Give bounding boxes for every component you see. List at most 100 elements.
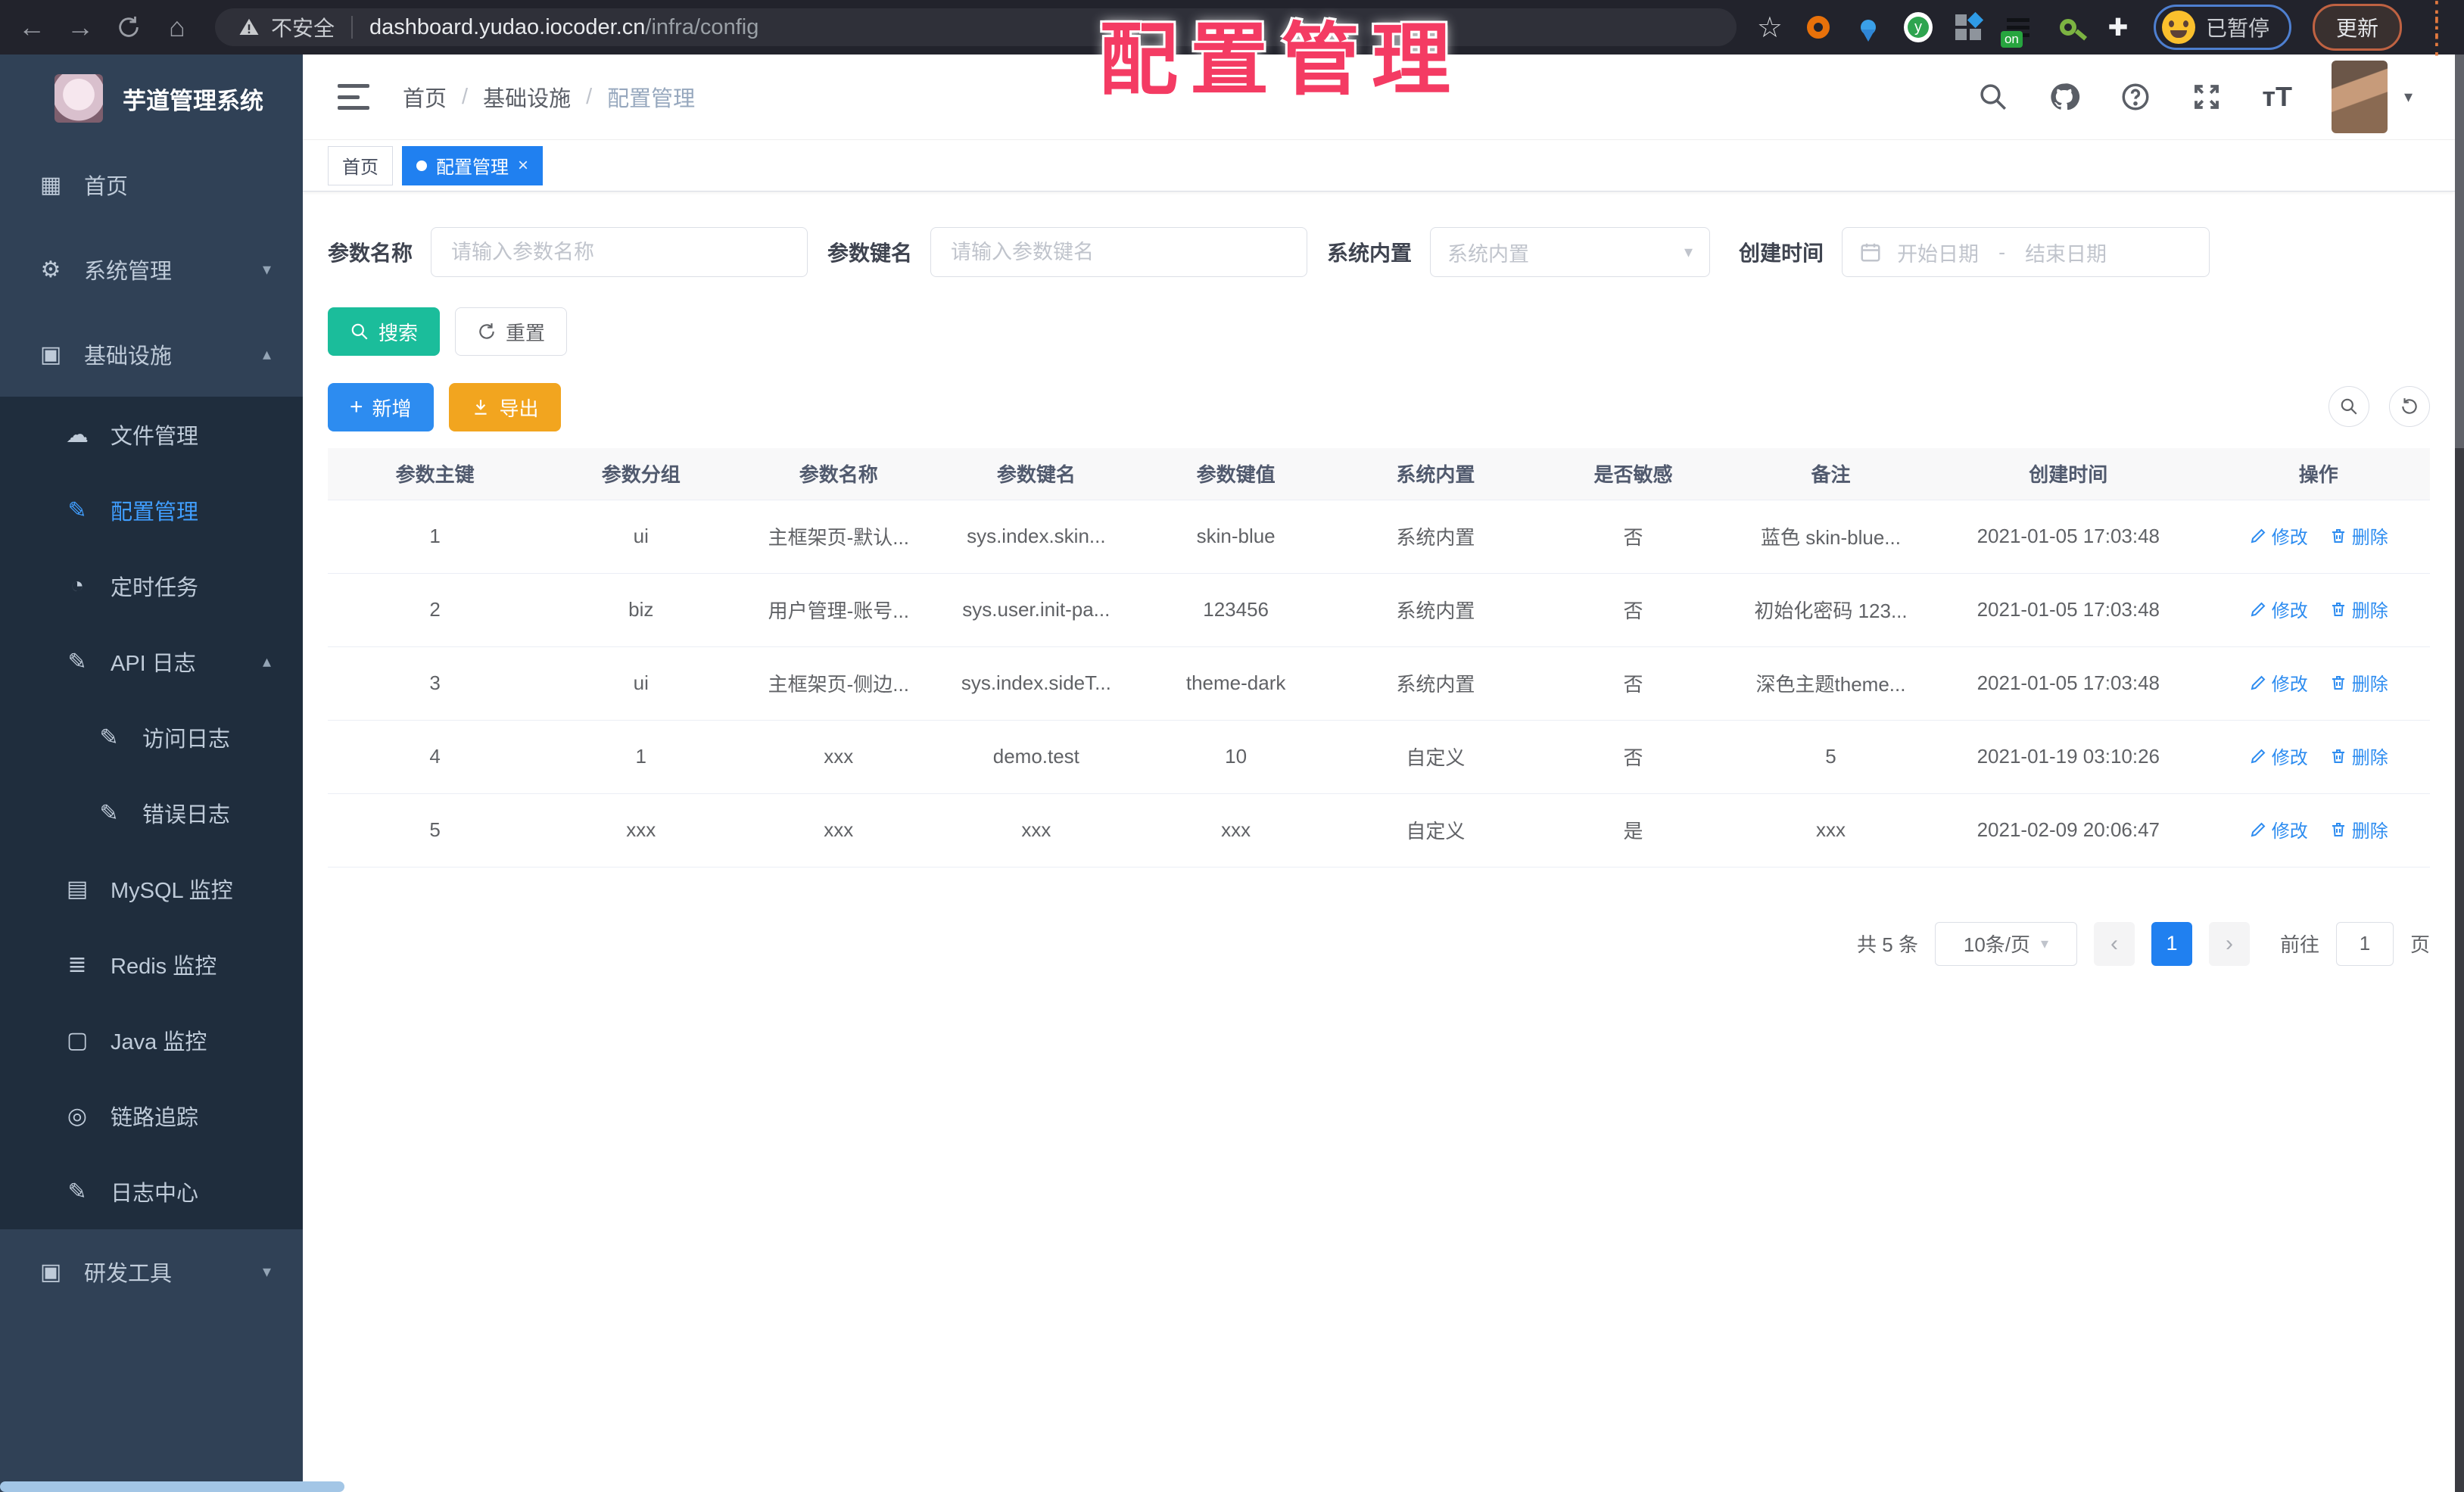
header-search-icon[interactable] — [1977, 81, 2009, 113]
browser-update-button[interactable]: 更新 — [2312, 4, 2402, 51]
browser-menu-icon[interactable]: ⋮ ⋮ ⋮ — [2423, 0, 2450, 57]
help-icon[interactable] — [2120, 81, 2151, 113]
tab-label: 首页 — [342, 157, 378, 178]
tab-配置管理[interactable]: 配置管理 × — [402, 145, 544, 185]
breadcrumb-item[interactable]: 配置管理 — [607, 81, 695, 113]
sidebar-item-基础设施[interactable]: ▣ 基础设施 ▴ — [0, 312, 303, 397]
breadcrumb-item[interactable]: 基础设施 — [483, 81, 571, 113]
sidebar-logo-row[interactable]: 芋道管理系统 — [0, 55, 303, 142]
next-page-button[interactable]: › — [2208, 921, 2250, 966]
add-button[interactable]: + 新增 — [328, 383, 434, 431]
extension-green-circle-icon[interactable]: y — [1903, 12, 1933, 42]
reload-icon[interactable] — [112, 11, 145, 44]
sidebar-item-文件管理[interactable]: ☁ 文件管理 — [0, 397, 303, 472]
sidebar-item-Redis 监控[interactable]: ≣ Redis 监控 — [0, 927, 303, 1002]
table-cell: 否 — [1534, 500, 1732, 574]
reset-button[interactable]: 重置 — [455, 307, 568, 356]
sidebar-toggle-icon[interactable] — [338, 84, 369, 110]
prev-page-button[interactable]: ‹ — [2093, 921, 2135, 966]
delete-link[interactable]: 删除 — [2329, 816, 2388, 843]
home-icon[interactable]: ⌂ — [160, 11, 194, 44]
table-cell: xxx — [740, 720, 938, 794]
search-button[interactable]: 搜索 — [328, 307, 441, 356]
cloud-upload-icon: ☁ — [66, 422, 89, 447]
extension-orange-icon[interactable] — [1804, 13, 1833, 42]
security-label[interactable]: 不安全 — [271, 12, 335, 42]
tags-view: 首页 配置管理 × — [303, 140, 2455, 192]
delete-link[interactable]: 删除 — [2329, 743, 2388, 769]
delete-label: 删除 — [2351, 528, 2388, 549]
filter-date-range[interactable]: 开始日期 - 结束日期 — [1842, 227, 2210, 277]
table-body: 1 ui 主框架页-默认... sys.index.skin... skin-blue 系… — [328, 500, 2430, 867]
sidebar-item-链路追踪[interactable]: ◎ 链路追踪 — [0, 1078, 303, 1154]
modify-link[interactable]: 修改 — [2249, 743, 2308, 769]
extension-key-icon[interactable] — [2054, 13, 2082, 42]
modify-label: 修改 — [2271, 601, 2308, 622]
sidebar-item-访问日志[interactable]: ✎ 访问日志 — [0, 699, 303, 775]
omnibox-divider — [351, 16, 354, 39]
sidebar-item-配置管理[interactable]: ✎ 配置管理 — [0, 472, 303, 548]
sidebar-item-label: 错误日志 — [142, 803, 231, 827]
search-icon — [2341, 398, 2357, 415]
address-bar[interactable]: 不安全 dashboard.yudao.iocoder.cn/infra/con… — [215, 8, 1737, 46]
breadcrumb-item[interactable]: 首页 — [403, 81, 447, 113]
modify-link[interactable]: 修改 — [2249, 669, 2308, 696]
filter-type-select[interactable]: 系统内置 ▾ — [1430, 227, 1711, 277]
tab-首页[interactable]: 首页 — [328, 145, 393, 185]
filter-type-label: 系统内置 — [1327, 241, 1413, 265]
delete-link[interactable]: 删除 — [2329, 669, 2388, 696]
table-cell: 10 — [1135, 720, 1337, 794]
page-size-select[interactable]: 10条/页 ▾ — [1934, 921, 2077, 966]
avatar-caret-icon[interactable]: ▾ — [2404, 87, 2413, 107]
bookmark-star-icon[interactable]: ☆ — [1757, 11, 1783, 45]
plus-icon: + — [350, 394, 363, 419]
browser-profile-button[interactable]: 已暂停 — [2153, 5, 2291, 50]
table-cell: 2021-01-05 17:03:48 — [1930, 500, 2207, 574]
export-button[interactable]: 导出 — [448, 383, 561, 431]
table-search-toggle-button[interactable] — [2328, 386, 2369, 427]
vertical-scrollbar-thumb[interactable] — [2455, 55, 2464, 448]
github-icon[interactable] — [2048, 81, 2080, 113]
modify-link[interactable]: 修改 — [2249, 596, 2308, 622]
sidebar-item-研发工具[interactable]: ▣ 研发工具 ▾ — [0, 1229, 303, 1314]
sidebar-item-label: 首页 — [84, 175, 129, 199]
extensions-puzzle-icon[interactable]: ✚ — [2104, 13, 2132, 42]
sidebar-item-API 日志[interactable]: ✎ API 日志 ▴ — [0, 624, 303, 699]
sidebar-item-错误日志[interactable]: ✎ 错误日志 — [0, 775, 303, 851]
table-cell: biz — [542, 573, 740, 647]
page-url[interactable]: dashboard.yudao.iocoder.cn/infra/config — [369, 15, 759, 40]
goto-page-input[interactable] — [2335, 921, 2394, 966]
delete-link[interactable]: 删除 — [2329, 596, 2388, 622]
forward-icon[interactable]: → — [64, 11, 97, 44]
date-end-placeholder: 结束日期 — [2025, 242, 2107, 266]
tab-close-icon[interactable]: × — [518, 155, 528, 176]
modify-link[interactable]: 修改 — [2249, 522, 2308, 549]
fullscreen-icon[interactable] — [2191, 81, 2223, 113]
horizontal-scrollbar-thumb[interactable] — [0, 1481, 344, 1492]
delete-link[interactable]: 删除 — [2329, 522, 2388, 549]
sidebar-item-MySQL 监控[interactable]: ▤ MySQL 监控 — [0, 851, 303, 927]
current-page-button[interactable]: 1 — [2151, 921, 2192, 966]
user-avatar[interactable] — [2331, 61, 2388, 133]
extension-pin-icon[interactable] — [1854, 13, 1883, 42]
font-size-icon[interactable]: ᴛT — [2262, 81, 2292, 113]
table-cell: 用户管理-账号... — [740, 573, 938, 647]
sidebar-item-日志中心[interactable]: ✎ 日志中心 — [0, 1154, 303, 1229]
table-refresh-button[interactable] — [2389, 386, 2430, 427]
extension-list-icon[interactable]: on — [2000, 13, 2033, 48]
sidebar-item-label: 链路追踪 — [111, 1106, 199, 1130]
vertical-scrollbar[interactable] — [2455, 55, 2464, 1492]
sidebar-item-首页[interactable]: ▦ 首页 — [0, 142, 303, 227]
modify-link[interactable]: 修改 — [2249, 816, 2308, 843]
sidebar-item-系统管理[interactable]: ⚙ 系统管理 ▾ — [0, 227, 303, 312]
filter-key-input[interactable] — [930, 227, 1308, 277]
filter-name-input[interactable] — [431, 227, 808, 277]
sidebar-item-Java 监控[interactable]: ▢ Java 监控 — [0, 1002, 303, 1078]
monitor-icon: ▢ — [66, 1027, 89, 1053]
table-cell: 蓝色 skin-blue... — [1731, 500, 1930, 574]
back-icon[interactable]: ← — [15, 11, 48, 44]
extension-grid-icon[interactable] — [1954, 11, 1984, 42]
calendar-icon — [1861, 243, 1880, 262]
sidebar-item-定时任务[interactable]: ◔ 定时任务 — [0, 548, 303, 624]
table-cell: 主框架页-侧边... — [740, 646, 938, 721]
